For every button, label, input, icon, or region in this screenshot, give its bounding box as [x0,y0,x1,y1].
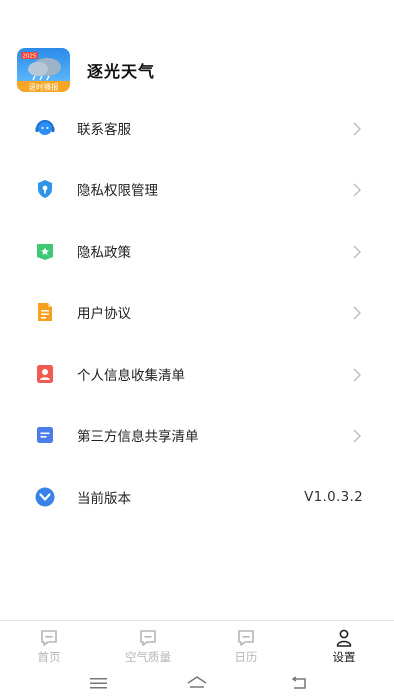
tab-air-quality[interactable]: 空气质量 [118,629,178,665]
calendar-tab-icon [238,630,254,646]
menu-label: 个人信息收集清单 [77,367,185,384]
logo-caption-text: 逐时播报 [29,82,59,92]
person-card-icon [34,363,56,385]
chevron-right-icon [352,121,362,136]
tab-label: 日历 [234,650,258,664]
tab-home[interactable]: 首页 [19,629,79,665]
menu-item-personal-info-list[interactable]: 个人信息收集清单 [0,343,394,405]
app-logo-icon: 2025 逐时播报 [17,48,70,92]
logo-badge-text: 2025 [23,54,37,60]
menu-label: 联系客服 [77,121,131,138]
menu-item-privacy-permissions[interactable]: 隐私权限管理 [0,159,394,221]
home-icon[interactable] [186,674,208,692]
chevron-right-icon [352,244,362,259]
policy-star-icon [34,240,56,262]
menu-label: 隐私政策 [77,244,131,261]
privacy-shield-icon [34,178,56,200]
menu-label: 当前版本 [77,490,131,507]
version-chevron-icon [34,486,56,508]
system-nav-bar [0,668,394,700]
menu-item-third-party-sharing[interactable]: 第三方信息共享清单 [0,405,394,467]
settings-page: 2025 逐时播报 逐光天气 联系客服 隐私权限管理 隐私政策 用户协议 个人信… [0,0,394,700]
tab-label: 空气质量 [125,650,171,664]
back-icon[interactable] [288,674,310,692]
chevron-right-icon [352,367,362,382]
document-icon [34,301,56,323]
list-doc-icon [34,424,56,446]
chevron-right-icon [352,428,362,443]
tab-settings[interactable]: 设置 [314,629,374,665]
menu-lines-icon[interactable] [88,674,110,692]
home-tab-icon [41,630,57,646]
tab-label: 首页 [37,650,61,664]
menu-label: 用户协议 [77,306,131,323]
settings-menu: 联系客服 隐私权限管理 隐私政策 用户协议 个人信息收集清单 第三方信息共享清单… [0,97,394,528]
app-header: 2025 逐时播报 逐光天气 [17,48,155,92]
user-tab-icon [336,629,352,647]
tab-calendar[interactable]: 日历 [216,629,276,665]
air-quality-tab-icon [140,630,156,646]
customer-service-icon [34,117,56,139]
menu-label: 第三方信息共享清单 [77,429,199,446]
chevron-right-icon [352,305,362,320]
version-value: V1.0.3.2 [304,488,363,505]
tab-label: 设置 [332,650,356,664]
menu-item-privacy-policy[interactable]: 隐私政策 [0,220,394,282]
chevron-right-icon [352,182,362,197]
menu-label: 隐私权限管理 [77,183,158,200]
app-name: 逐光天气 [87,62,156,81]
menu-item-current-version: 当前版本 V1.0.3.2 [0,466,394,528]
menu-item-user-agreement[interactable]: 用户协议 [0,282,394,344]
bottom-tab-bar: 首页 空气质量 日历 设置 [0,620,394,669]
menu-item-contact-service[interactable]: 联系客服 [0,97,394,159]
